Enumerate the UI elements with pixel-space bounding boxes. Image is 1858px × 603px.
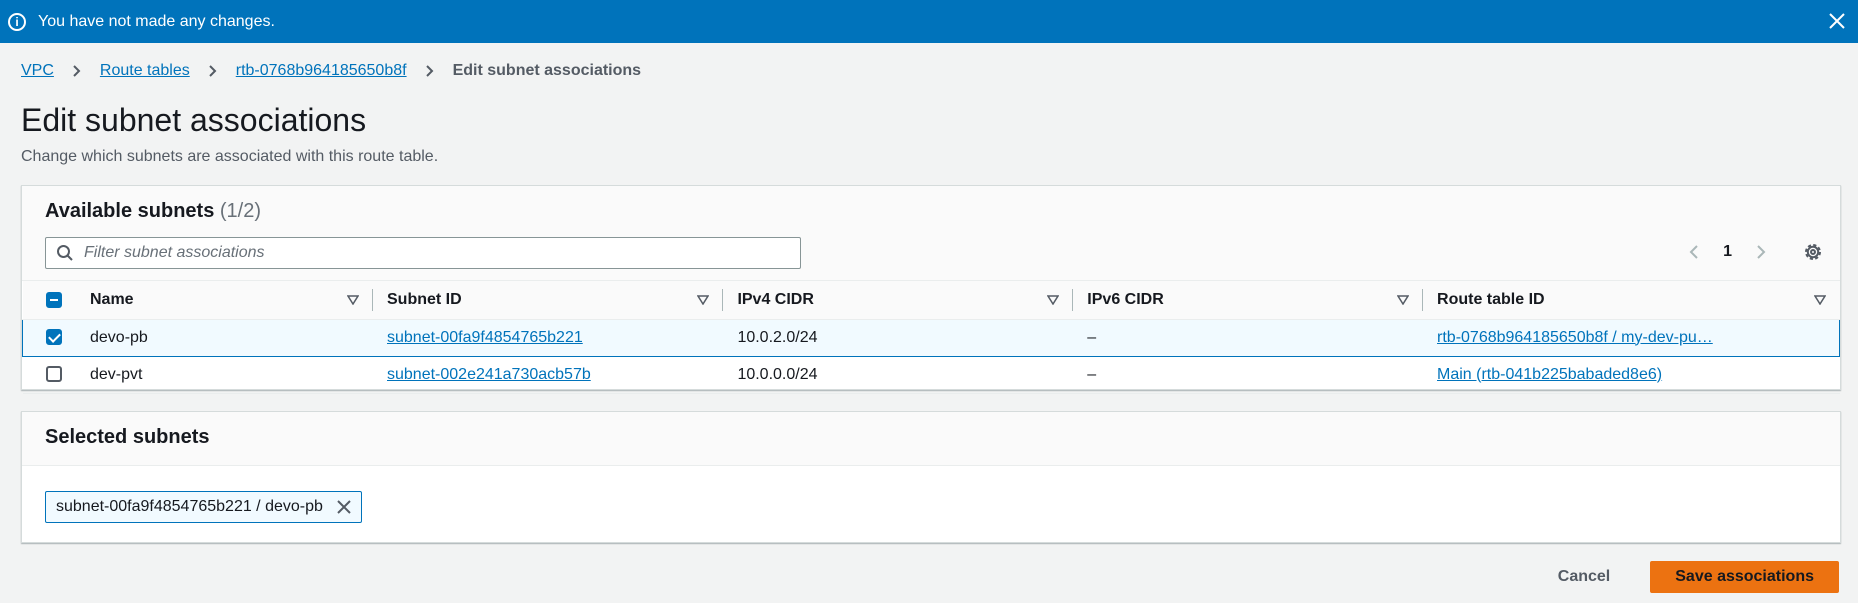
selected-subnets-panel: Selected subnets subnet-00fa9f4854765b22… — [21, 411, 1841, 543]
sort-caret-icon[interactable] — [1047, 295, 1060, 305]
sort-caret-icon[interactable] — [347, 295, 359, 305]
subnet-id-link[interactable]: subnet-002e241a730acb57b — [387, 366, 591, 383]
route-table-link[interactable]: rtb-0768b964185650b8f / my-dev-pu… — [1437, 329, 1713, 346]
ipv4-cidr: 10.0.0.0/24 — [723, 356, 1074, 394]
row-select-cell — [22, 318, 76, 357]
selected-subnet-token: subnet-00fa9f4854765b221 / devo-pb — [45, 491, 362, 523]
cancel-button[interactable]: Cancel — [1538, 562, 1630, 592]
column-header-ipv6-cidr[interactable]: IPv6 CIDR — [1073, 281, 1424, 320]
remove-token-icon[interactable] — [337, 500, 351, 514]
ipv6-cidr: – — [1073, 356, 1424, 394]
table-row[interactable]: dev-pvt subnet-002e241a730acb57b 10.0.0.… — [22, 356, 1840, 394]
available-subnets-title: Available subnets (1/2) — [45, 200, 261, 223]
table-header-row: Name Subnet ID IPv4 CIDR IPv6 CIDR Route… — [22, 281, 1840, 320]
breadcrumb: VPC Route tables rtb-0768b964185650b8f E… — [21, 62, 641, 80]
route-table-cell: rtb-0768b964185650b8f / my-dev-pu… — [1423, 318, 1841, 357]
available-subnets-header: Available subnets (1/2) 1 — [22, 186, 1840, 281]
row-select-cell — [22, 356, 76, 394]
page-description: Change which subnets are associated with… — [21, 148, 439, 165]
sort-caret-icon[interactable] — [697, 295, 710, 305]
breadcrumb-current: Edit subnet associations — [452, 62, 642, 79]
ipv6-cidr: – — [1073, 318, 1424, 357]
chevron-right-icon — [209, 65, 217, 77]
row-checkbox[interactable] — [46, 329, 62, 346]
table-row[interactable]: devo-pb subnet-00fa9f4854765b221 10.0.2.… — [22, 318, 1841, 357]
token-label: subnet-00fa9f4854765b221 / devo-pb — [56, 498, 323, 515]
subnet-id-cell: subnet-002e241a730acb57b — [373, 356, 724, 394]
selected-subnets-header: Selected subnets — [22, 412, 1840, 466]
close-icon[interactable] — [1826, 10, 1848, 32]
sort-caret-icon[interactable] — [1813, 295, 1826, 305]
form-actions: Cancel Save associations — [1538, 561, 1839, 593]
page-number[interactable]: 1 — [1723, 243, 1732, 261]
filter-search-box[interactable] — [45, 237, 801, 269]
column-label: IPv4 CIDR — [737, 290, 814, 308]
route-table-link[interactable]: Main (rtb-041b225babaded8e6) — [1437, 366, 1662, 383]
chevron-right-icon — [73, 65, 81, 77]
subnet-name: devo-pb — [76, 318, 373, 357]
flash-message: You have not made any changes. — [38, 12, 275, 30]
route-table-cell: Main (rtb-041b225babaded8e6) — [1423, 356, 1840, 394]
subnets-table: Name Subnet ID IPv4 CIDR IPv6 CIDR Route… — [22, 281, 1841, 394]
subnet-id-cell: subnet-00fa9f4854765b221 — [373, 318, 724, 357]
available-subnets-panel: Available subnets (1/2) 1 — [21, 185, 1841, 394]
ipv4-cidr: 10.0.2.0/24 — [723, 318, 1074, 357]
breadcrumb-vpc[interactable]: VPC — [21, 62, 54, 80]
breadcrumb-route-tables[interactable]: Route tables — [100, 62, 190, 80]
subnet-name: dev-pvt — [76, 356, 373, 394]
sort-caret-icon[interactable] — [1397, 295, 1410, 305]
chevron-left-icon[interactable] — [1689, 244, 1699, 260]
pagination: 1 — [1689, 241, 1824, 263]
gear-icon[interactable] — [1802, 241, 1824, 263]
selected-subnets-title: Selected subnets — [45, 426, 210, 448]
breadcrumb-route-table-id[interactable]: rtb-0768b964185650b8f — [236, 62, 407, 80]
chevron-right-icon[interactable] — [1756, 244, 1766, 260]
chevron-right-icon — [425, 65, 433, 77]
column-header-ipv4-cidr[interactable]: IPv4 CIDR — [723, 281, 1074, 320]
select-all-checkbox[interactable] — [45, 291, 62, 308]
search-icon — [57, 245, 73, 261]
save-associations-button[interactable]: Save associations — [1650, 561, 1839, 593]
available-subnets-count: (1/2) — [219, 200, 262, 222]
subnet-id-link[interactable]: subnet-00fa9f4854765b221 — [387, 329, 583, 346]
flash-banner: i You have not made any changes. — [0, 0, 1858, 43]
column-header-name[interactable]: Name — [76, 281, 373, 320]
select-all-cell — [22, 281, 76, 320]
page-title: Edit subnet associations — [21, 102, 367, 138]
filter-input[interactable] — [84, 244, 764, 262]
column-label: IPv6 CIDR — [1087, 290, 1164, 308]
info-icon: i — [8, 12, 26, 31]
column-header-route-table-id[interactable]: Route table ID — [1423, 281, 1840, 320]
column-label: Route table ID — [1437, 290, 1545, 308]
row-checkbox[interactable] — [45, 366, 62, 383]
available-subnets-title-text: Available subnets — [45, 200, 215, 222]
column-header-subnet-id[interactable]: Subnet ID — [373, 281, 724, 320]
column-label: Subnet ID — [387, 290, 462, 308]
column-label: Name — [90, 290, 134, 308]
